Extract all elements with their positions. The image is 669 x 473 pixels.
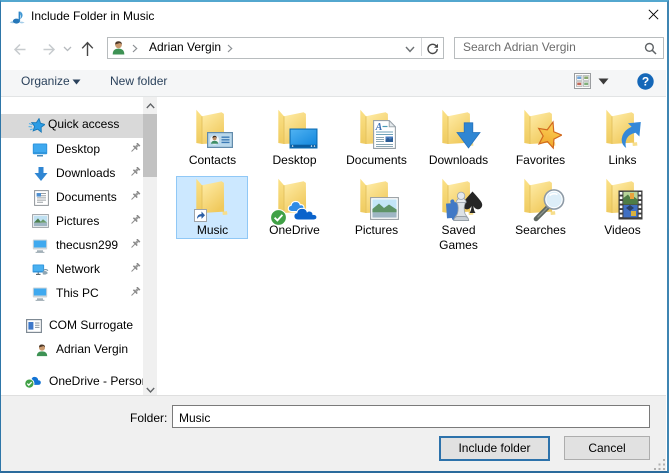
svg-text:A: A: [375, 122, 383, 133]
svg-text:?: ?: [642, 75, 649, 89]
